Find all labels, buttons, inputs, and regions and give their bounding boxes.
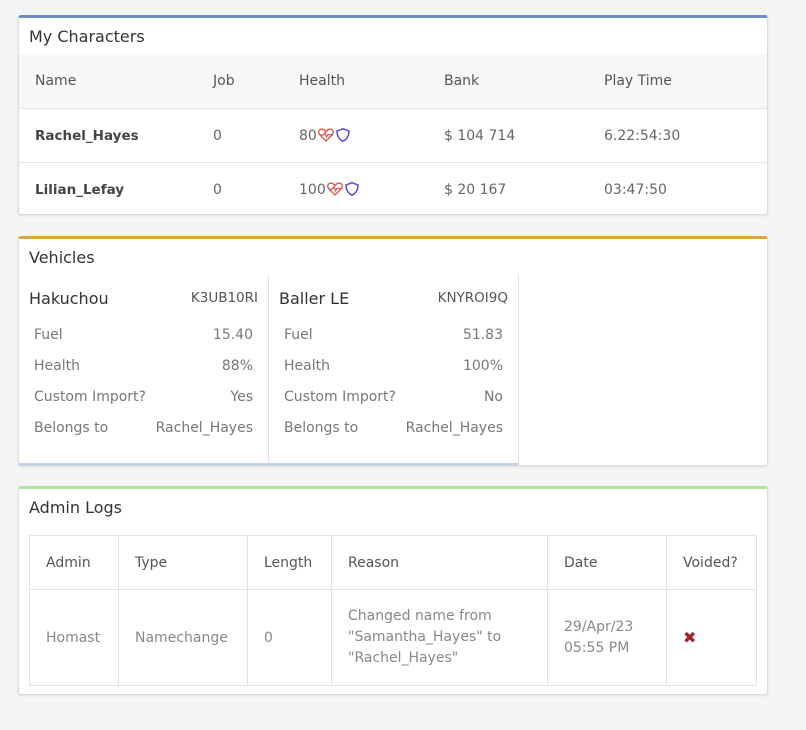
reason-line: "Rachel_Hayes" (348, 650, 459, 666)
character-name[interactable]: Lilian_Lefay (19, 182, 213, 198)
character-job: 0 (213, 181, 222, 198)
character-name[interactable]: Rachel_Hayes (19, 128, 213, 144)
character-job: 0 (213, 127, 222, 144)
health-value: 100% (462, 357, 503, 374)
fuel-label: Fuel (34, 326, 63, 343)
shield-icon (335, 127, 351, 142)
characters-card: My Characters Name Job Health Bank Play … (18, 15, 768, 215)
character-row[interactable]: Lilian_Lefay 0 100 $ 20 167 03:47:50 (19, 162, 767, 216)
character-bank: $ 104 714 (444, 127, 516, 144)
fuel-value: 51.83 (462, 326, 503, 343)
vehicle-custom-row: Custom Import? No (279, 381, 508, 412)
header-voided: Voided? (666, 535, 757, 590)
header-date: Date (547, 535, 667, 590)
health-value: 100 (299, 181, 326, 198)
table-row[interactable]: Homast Namechange 0 Changed name from "S… (29, 589, 757, 686)
header-bank: Bank (444, 73, 480, 89)
custom-import-label: Custom Import? (284, 388, 396, 405)
owner-value: Rachel_Hayes (405, 419, 503, 436)
admin-logs-header-row: Admin Type Length Reason Date Voided? (29, 535, 757, 590)
header-name: Name (35, 73, 77, 89)
vehicles-card: Vehicles Hakuchou K3UB10RI Fuel 15.40 He… (18, 236, 768, 466)
date-line: 29/Apr/23 (564, 618, 634, 635)
health-value: 88% (221, 357, 253, 374)
vehicle-custom-row: Custom Import? Yes (29, 381, 258, 412)
fuel-label: Fuel (284, 326, 313, 343)
owner-value: Rachel_Hayes (155, 419, 253, 436)
reason-line: "Samantha_Hayes" to (348, 629, 502, 645)
characters-title: My Characters (29, 27, 145, 46)
vehicle-plate: K3UB10RI (190, 290, 258, 306)
vehicle-plate: KNYROI9Q (437, 290, 508, 306)
header-play-time: Play Time (604, 73, 672, 89)
owner-label: Belongs to (284, 419, 359, 436)
reason-line: Changed name from (348, 608, 492, 624)
header-length: Length (247, 535, 332, 590)
time-line: 05:55 PM (564, 639, 630, 656)
log-voided: ✖ (666, 589, 757, 686)
vehicle-owner-row: Belongs to Rachel_Hayes (279, 412, 508, 443)
owner-label: Belongs to (34, 419, 109, 436)
character-play-time: 03:47:50 (604, 181, 667, 198)
log-reason: Changed name from "Samantha_Hayes" to "R… (331, 589, 548, 686)
header-admin: Admin (29, 535, 119, 590)
character-play-time: 6.22:54:30 (604, 127, 681, 144)
vehicle-owner-row: Belongs to Rachel_Hayes (29, 412, 258, 443)
vehicle-name: Baller LE (279, 288, 350, 308)
health-label: Health (284, 357, 330, 374)
admin-logs-title: Admin Logs (29, 498, 122, 517)
vehicle-health-row: Health 88% (29, 350, 258, 381)
vehicle-health-row: Health 100% (279, 350, 508, 381)
heartbeat-icon (326, 182, 343, 196)
vehicles-list: Hakuchou K3UB10RI Fuel 15.40 Health 88% … (19, 275, 767, 466)
shield-icon (344, 181, 360, 196)
vehicle-card[interactable]: Hakuchou K3UB10RI Fuel 15.40 Health 88% … (19, 275, 269, 466)
close-icon: ✖ (683, 628, 697, 647)
custom-import-label: Custom Import? (34, 388, 146, 405)
log-type: Namechange (118, 589, 248, 686)
character-health: 80 (299, 128, 444, 144)
log-length: 0 (247, 589, 332, 686)
health-value: 80 (299, 127, 317, 144)
vehicle-fuel-row: Fuel 15.40 (29, 319, 258, 350)
header-reason: Reason (331, 535, 548, 590)
custom-import-value: No (483, 388, 503, 405)
admin-logs-table: Admin Type Length Reason Date Voided? Ho… (29, 535, 757, 686)
heartbeat-icon (317, 128, 334, 142)
log-admin: Homast (29, 589, 119, 686)
vehicle-name: Hakuchou (29, 288, 109, 308)
fuel-value: 15.40 (212, 326, 253, 343)
characters-table-header: Name Job Health Bank Play Time (19, 54, 767, 108)
admin-logs-card: Admin Logs Admin Type Length Reason Date… (18, 486, 768, 695)
character-row[interactable]: Rachel_Hayes 0 80 $ 104 714 6.22:54:30 (19, 108, 767, 162)
header-health: Health (299, 73, 345, 89)
health-label: Health (34, 357, 80, 374)
log-date: 29/Apr/23 05:55 PM (547, 589, 667, 686)
vehicle-fuel-row: Fuel 51.83 (279, 319, 508, 350)
custom-import-value: Yes (230, 388, 253, 405)
header-job: Job (213, 73, 235, 89)
character-health: 100 (299, 182, 444, 198)
character-bank: $ 20 167 (444, 181, 507, 198)
vehicles-title: Vehicles (29, 248, 95, 267)
vehicle-card[interactable]: Baller LE KNYROI9Q Fuel 51.83 Health 100… (269, 275, 519, 466)
header-type: Type (118, 535, 248, 590)
